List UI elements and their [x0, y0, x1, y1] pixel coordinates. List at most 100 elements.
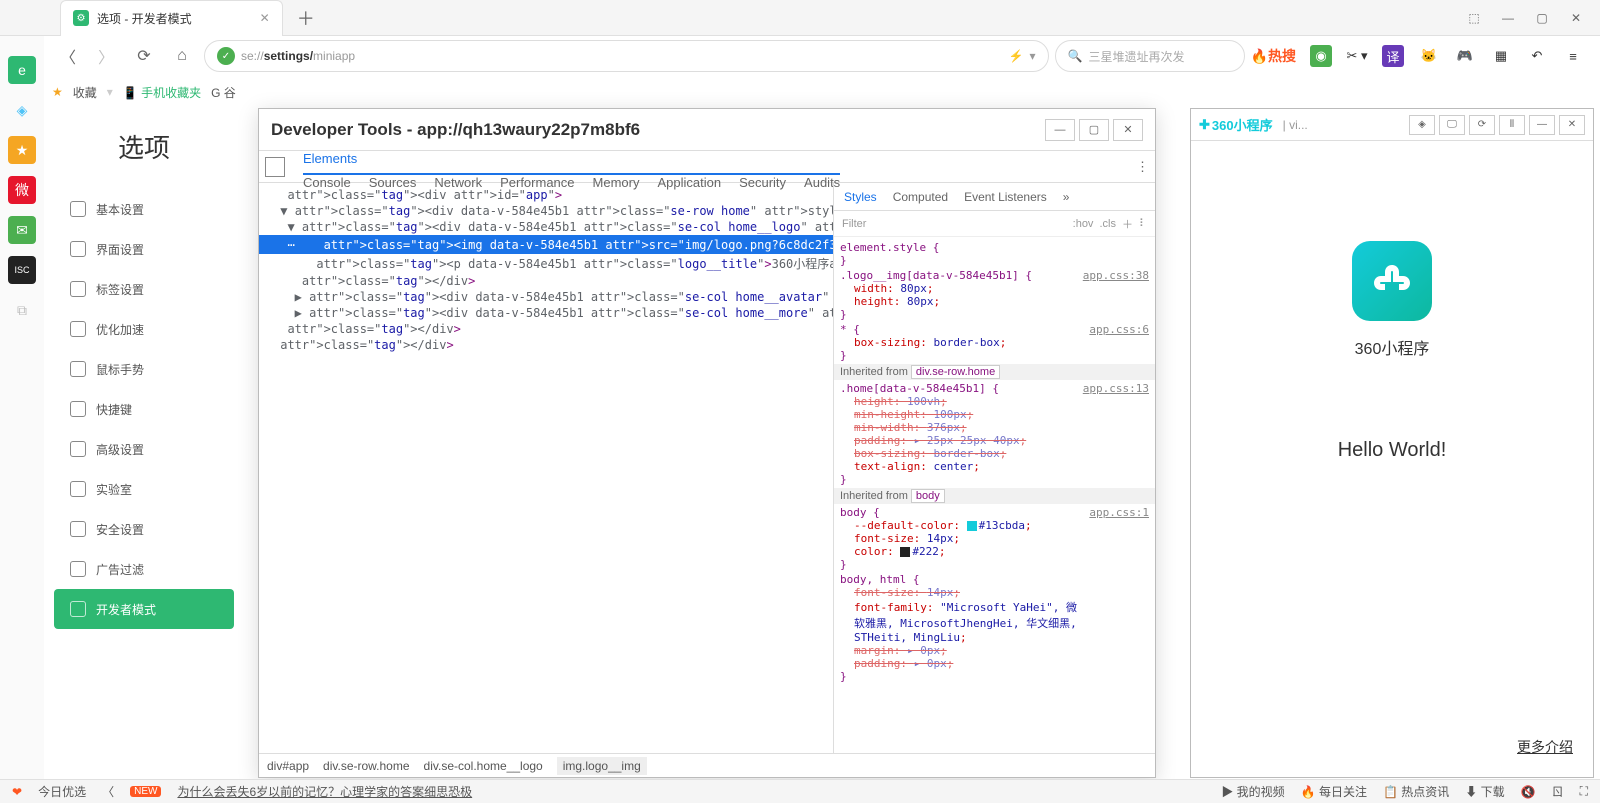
- mobile-bookmark[interactable]: 📱 手机收藏夹: [123, 84, 201, 101]
- dock-mail-icon[interactable]: ✉: [8, 216, 36, 244]
- sidebar-item-3[interactable]: 优化加速: [54, 309, 234, 349]
- dropdown-icon[interactable]: ▾: [1030, 49, 1036, 63]
- status-bar: ❤ 今日优选 〈 NEW 为什么会丢失6岁以前的记忆？心理学家的答案细思恐极 ▶…: [0, 779, 1600, 803]
- sidebar-item-8[interactable]: 安全设置: [54, 509, 234, 549]
- hov-toggle[interactable]: :hov: [1073, 218, 1094, 230]
- sidebar-item-10[interactable]: 开发者模式: [54, 589, 234, 629]
- window-maximize-icon[interactable]: ▢: [1534, 11, 1550, 25]
- translate-icon[interactable]: 译: [1382, 45, 1404, 67]
- google-bookmark[interactable]: G 谷: [211, 84, 236, 101]
- miniapp-display-icon[interactable]: 🖵: [1439, 115, 1465, 135]
- miniapp-nav-icon[interactable]: ◈: [1409, 115, 1435, 135]
- miniapp-close-icon[interactable]: ✕: [1559, 115, 1585, 135]
- menu-icon[interactable]: ≡: [1562, 45, 1584, 67]
- hotnews-link[interactable]: 📋 热点资讯: [1383, 783, 1449, 800]
- sidebar-item-6[interactable]: 高级设置: [54, 429, 234, 469]
- cls-toggle[interactable]: .cls: [1099, 218, 1116, 230]
- heart-icon[interactable]: ❤: [12, 785, 22, 799]
- option-icon: [70, 401, 86, 417]
- sidebar-item-7[interactable]: 实验室: [54, 469, 234, 509]
- tab-styles[interactable]: Styles: [844, 190, 877, 204]
- address-input[interactable]: ✓ se://settings/miniapp ⚡ ▾: [204, 40, 1049, 72]
- css-source-link[interactable]: app.css:13: [1083, 382, 1149, 395]
- search-input[interactable]: 🔍 三星堆遗址再次发: [1055, 40, 1245, 72]
- tab-listeners[interactable]: Event Listeners: [964, 190, 1047, 204]
- mute-icon[interactable]: 🔇: [1521, 785, 1536, 799]
- pet-icon[interactable]: 🐱: [1418, 45, 1440, 67]
- video-link[interactable]: ▶ 我的视频: [1221, 783, 1284, 800]
- browser-tab[interactable]: ⚙ 选项 - 开发者模式 ✕: [60, 0, 283, 36]
- option-label: 开发者模式: [96, 601, 156, 618]
- dock-compass-icon[interactable]: ◈: [8, 96, 36, 124]
- hot-search-button[interactable]: 🔥热搜: [1251, 46, 1296, 66]
- back-button[interactable]: 〈: [52, 40, 84, 72]
- devtools-more-icon[interactable]: ⋮: [1136, 159, 1149, 175]
- devtools-maximize-icon[interactable]: ▢: [1079, 119, 1109, 141]
- css-source-link[interactable]: app.css:6: [1089, 323, 1149, 336]
- fullscreen-icon[interactable]: ⛶: [1580, 784, 1588, 799]
- dom-tree[interactable]: attr">class="tag"><div attr">id="app"> ▼…: [259, 183, 833, 753]
- miniapp-hello: Hello World!: [1338, 439, 1447, 462]
- dom-breadcrumb[interactable]: div#app div.se-row.home div.se-col.home__l…: [259, 753, 1155, 777]
- sidebar-item-1[interactable]: 界面设置: [54, 229, 234, 269]
- element-picker-icon[interactable]: [265, 157, 285, 177]
- devtools-tab-elements[interactable]: Elements: [303, 143, 840, 175]
- sidebar-item-9[interactable]: 广告过滤: [54, 549, 234, 589]
- home-button[interactable]: ⌂: [166, 40, 198, 72]
- sidebar-item-4[interactable]: 鼠标手势: [54, 349, 234, 389]
- download-link[interactable]: ⬇ 下载: [1465, 783, 1504, 800]
- grid-icon[interactable]: ▦: [1490, 45, 1512, 67]
- miniapp-more-link[interactable]: 更多介绍: [1497, 717, 1593, 777]
- breadcrumb-item[interactable]: div#app: [267, 759, 309, 773]
- option-icon: [70, 281, 86, 297]
- tab-computed[interactable]: Computed: [893, 190, 948, 204]
- scissors-icon[interactable]: ✂ ▾: [1346, 45, 1368, 67]
- breadcrumb-item[interactable]: img.logo__img: [557, 757, 647, 775]
- devtools-minimize-icon[interactable]: —: [1045, 119, 1075, 141]
- toolbar-icons: ◉ ✂ ▾ 译 🐱 🎮 ▦ ↶ ≡: [1302, 45, 1592, 67]
- reload-button[interactable]: ⟳: [128, 40, 160, 72]
- star-icon[interactable]: ★: [52, 85, 63, 99]
- favorites-label[interactable]: 收藏: [73, 84, 97, 101]
- sidebar-item-5[interactable]: 快捷键: [54, 389, 234, 429]
- add-rule-icon[interactable]: ＋: [1122, 216, 1133, 232]
- zoom-icon[interactable]: ㄖ: [1552, 783, 1564, 800]
- shield-icon[interactable]: ◉: [1310, 45, 1332, 67]
- css-source-link[interactable]: app.css:38: [1083, 269, 1149, 282]
- new-tab-button[interactable]: ＋: [297, 5, 315, 31]
- dock-link-icon[interactable]: ⧉: [8, 296, 36, 324]
- forward-button[interactable]: 〉: [90, 40, 122, 72]
- sidebar-item-2[interactable]: 标签设置: [54, 269, 234, 309]
- sidebar-item-0[interactable]: 基本设置: [54, 189, 234, 229]
- styles-filter-input[interactable]: Filter: [842, 218, 866, 230]
- dock-weibo-icon[interactable]: 微: [8, 176, 36, 204]
- tab-close-icon[interactable]: ✕: [260, 11, 270, 25]
- tab-favicon: ⚙: [73, 10, 89, 26]
- news-link[interactable]: 为什么会丢失6岁以前的记忆？心理学家的答案细思恐极: [177, 783, 472, 800]
- miniapp-logo: ✚ 360小程序: [1199, 115, 1273, 134]
- option-label: 安全设置: [96, 521, 144, 538]
- dock-isc-icon[interactable]: ISC: [8, 256, 36, 284]
- restore-icon[interactable]: ↶: [1526, 45, 1548, 67]
- dock-browser-icon[interactable]: e: [8, 56, 36, 84]
- window-minimize-icon[interactable]: —: [1500, 11, 1516, 25]
- miniapp-reload-icon[interactable]: ⟳: [1469, 115, 1495, 135]
- miniapp-settings-icon[interactable]: ⦀: [1499, 115, 1525, 135]
- dock-star-icon[interactable]: ★: [8, 136, 36, 164]
- daily-link[interactable]: 🔥 每日关注: [1301, 783, 1367, 800]
- breadcrumb-item[interactable]: div.se-row.home: [323, 759, 409, 773]
- tabs-overflow-icon[interactable]: »: [1063, 190, 1070, 204]
- styles-menu-icon[interactable]: ⠇: [1139, 217, 1147, 230]
- window-pin-icon[interactable]: ⬚: [1466, 11, 1482, 25]
- window-close-icon[interactable]: ✕: [1568, 11, 1584, 25]
- prev-icon[interactable]: 〈: [102, 783, 114, 800]
- css-source-link[interactable]: app.css:1: [1089, 506, 1149, 519]
- devtools-close-icon[interactable]: ✕: [1113, 119, 1143, 141]
- today-label[interactable]: 今日优选: [38, 783, 86, 800]
- css-rules[interactable]: element.style {}app.css:38.logo__img[dat…: [834, 237, 1155, 753]
- flash-icon[interactable]: ⚡: [1009, 49, 1024, 63]
- miniapp-minimize-icon[interactable]: —: [1529, 115, 1555, 135]
- miniapp-titlebar: ✚ 360小程序 | vi... ◈ 🖵 ⟳ ⦀ — ✕: [1191, 109, 1593, 141]
- breadcrumb-item[interactable]: div.se-col.home__logo: [424, 759, 543, 773]
- game-icon[interactable]: 🎮: [1454, 45, 1476, 67]
